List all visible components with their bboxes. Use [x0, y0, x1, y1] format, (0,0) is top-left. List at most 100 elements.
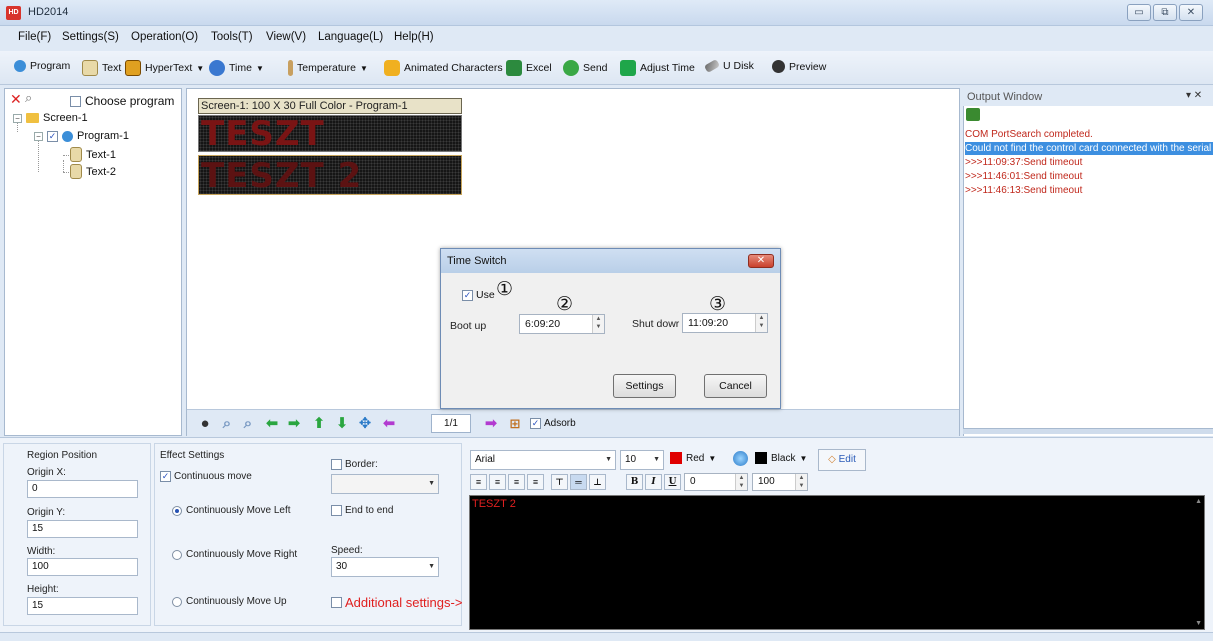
program-button[interactable]: Program [14, 60, 70, 72]
tree-item-text-2[interactable]: Text-2 [70, 164, 116, 179]
settings-button[interactable]: Settings [613, 374, 676, 398]
menu-file[interactable]: File(F) [18, 31, 51, 43]
animated-characters-button[interactable]: Animated Characters [384, 60, 503, 76]
play-icon[interactable]: ● [197, 416, 213, 432]
preview-button[interactable]: Preview [772, 60, 826, 73]
underline-icon[interactable]: U [664, 474, 681, 490]
tree-item-screen[interactable]: − Screen-1 [13, 112, 88, 124]
additional-settings-checkbox[interactable]: Additional settings-> [331, 595, 462, 610]
checkbox[interactable]: ✓ [47, 130, 58, 142]
close-icon[interactable]: ✕ [748, 254, 774, 268]
text-color-select[interactable]: Red ▼ [670, 452, 716, 464]
checkbox[interactable] [331, 505, 342, 516]
restore-icon[interactable]: ⧉ [1153, 4, 1177, 21]
adjust-time-button[interactable]: Adjust Time [620, 60, 695, 76]
horizontal-scrollbar[interactable] [963, 428, 1213, 434]
arrow-down-icon[interactable]: ⬇ [334, 416, 350, 432]
previous-page-icon[interactable]: ⬅ [381, 416, 397, 432]
font-select[interactable]: Arial ▼ [470, 450, 616, 470]
menu-view[interactable]: View(V) [266, 31, 306, 43]
text-button[interactable]: Text [82, 60, 121, 76]
choose-program-checkbox[interactable]: Choose program [70, 94, 174, 108]
border-checkbox[interactable]: Border: [331, 459, 378, 470]
align-bottom-icon[interactable]: ⊥ [589, 474, 606, 490]
checkbox[interactable]: ✓ [462, 289, 473, 301]
move-up-radio[interactable]: Continuously Move Up [172, 596, 287, 607]
close-icon[interactable]: ✕ [1179, 4, 1203, 21]
italic-icon[interactable]: I [645, 474, 662, 490]
boot-up-time-input[interactable]: 6:09:20 ▲ ▼ [519, 314, 605, 334]
height-input[interactable]: 15 [27, 597, 138, 615]
checkbox[interactable] [331, 597, 342, 608]
scroll-up-icon[interactable]: ▲ [1195, 498, 1202, 505]
led-region-2[interactable]: TESZT 2 [198, 155, 462, 195]
color-picker-icon[interactable] [733, 451, 748, 466]
menu-help[interactable]: Help(H) [394, 31, 434, 43]
move-right-radio[interactable]: Continuously Move Right [172, 549, 297, 560]
use-checkbox[interactable]: ✓ Use [462, 289, 495, 301]
align-right-icon[interactable]: ≡ [508, 474, 525, 490]
zoom-in-icon[interactable]: ⌕ [219, 416, 235, 432]
temperature-button[interactable]: Temperature ▼ [288, 60, 368, 76]
origin-y-input[interactable]: 15 [27, 520, 138, 538]
adsorb-checkbox[interactable]: ✓ Adsorb [530, 418, 576, 429]
menu-settings[interactable]: Settings(S) [62, 31, 119, 43]
edit-button[interactable]: ◇ Edit [818, 449, 866, 471]
radio-button[interactable] [172, 549, 182, 560]
checkbox[interactable]: ✓ [530, 418, 541, 429]
cancel-button[interactable]: Cancel [704, 374, 767, 398]
u-disk-button[interactable]: U Disk [703, 59, 754, 73]
arrow-right-icon[interactable]: ➡ [286, 416, 302, 432]
shut-down-time-input[interactable]: 11:09:20 ▲ ▼ [682, 313, 768, 333]
menu-operation[interactable]: Operation(O) [131, 31, 198, 43]
end-to-end-checkbox[interactable]: End to end [331, 505, 393, 516]
search-icon[interactable]: ⌕ [25, 90, 32, 106]
scale-input[interactable]: 100 ▲ ▼ [752, 473, 808, 491]
minimize-icon[interactable]: ▭ [1127, 4, 1151, 21]
spinner-icon[interactable]: ▲ ▼ [735, 474, 747, 490]
menu-tools[interactable]: Tools(T) [211, 31, 253, 43]
align-center-icon[interactable]: ≡ [489, 474, 506, 490]
font-size-select[interactable]: 10 ▼ [620, 450, 664, 470]
tree-item-program[interactable]: − ✓ Program-1 [34, 130, 129, 142]
spinner-icon[interactable]: ▲ ▼ [592, 315, 604, 333]
pin-icon[interactable]: ▾ ✕ [1186, 90, 1202, 101]
speed-select[interactable]: 30 ▼ [331, 557, 439, 577]
checkbox[interactable] [331, 459, 342, 470]
arrow-left-icon[interactable]: ⬅ [264, 416, 280, 432]
align-icon[interactable]: ⊞ [507, 416, 523, 432]
led-region-1[interactable]: TESZT [198, 115, 462, 152]
background-color-select[interactable]: Black ▼ [755, 452, 807, 464]
collapse-icon[interactable]: − [34, 131, 43, 141]
menu-language[interactable]: Language(L) [318, 31, 383, 43]
bold-icon[interactable]: B [626, 474, 643, 490]
checkbox[interactable]: ✓ [160, 471, 171, 482]
move-icon[interactable]: ✥ [357, 416, 373, 432]
hypertext-button[interactable]: HyperText ▼ [125, 60, 204, 76]
text-editor[interactable]: TESZT 2 ▲ ▼ [469, 495, 1205, 630]
clear-output-icon[interactable] [966, 108, 980, 121]
spinner-icon[interactable]: ▲ ▼ [795, 474, 807, 490]
align-middle-icon[interactable]: ═ [570, 474, 587, 490]
excel-button[interactable]: Excel [506, 60, 552, 76]
time-button[interactable]: Time ▼ [209, 60, 264, 76]
checkbox[interactable] [70, 95, 81, 107]
origin-x-input[interactable]: 0 [27, 480, 138, 498]
align-left-icon[interactable]: ≡ [470, 474, 487, 490]
radio-button[interactable] [172, 596, 182, 607]
border-select[interactable]: ▼ [331, 474, 439, 494]
arrow-up-icon[interactable]: ⬆ [311, 416, 327, 432]
collapse-icon[interactable]: − [13, 113, 22, 123]
next-page-icon[interactable]: ➡ [483, 416, 499, 432]
radio-button[interactable] [172, 505, 182, 516]
spinner-icon[interactable]: ▲ ▼ [755, 314, 767, 332]
output-line-selected[interactable]: Could not find the control card connecte… [965, 142, 1213, 155]
zoom-out-icon[interactable]: ⌕ [240, 416, 256, 432]
continuous-move-checkbox[interactable]: ✓ Continuous move [160, 471, 252, 482]
justify-icon[interactable]: ≡ [527, 474, 544, 490]
delete-icon[interactable]: ✕ [10, 91, 22, 108]
send-button[interactable]: Send [563, 60, 608, 76]
tree-item-text-1[interactable]: Text-1 [70, 147, 116, 162]
align-top-icon[interactable]: ⊤ [551, 474, 568, 490]
move-left-radio[interactable]: Continuously Move Left [172, 505, 291, 516]
